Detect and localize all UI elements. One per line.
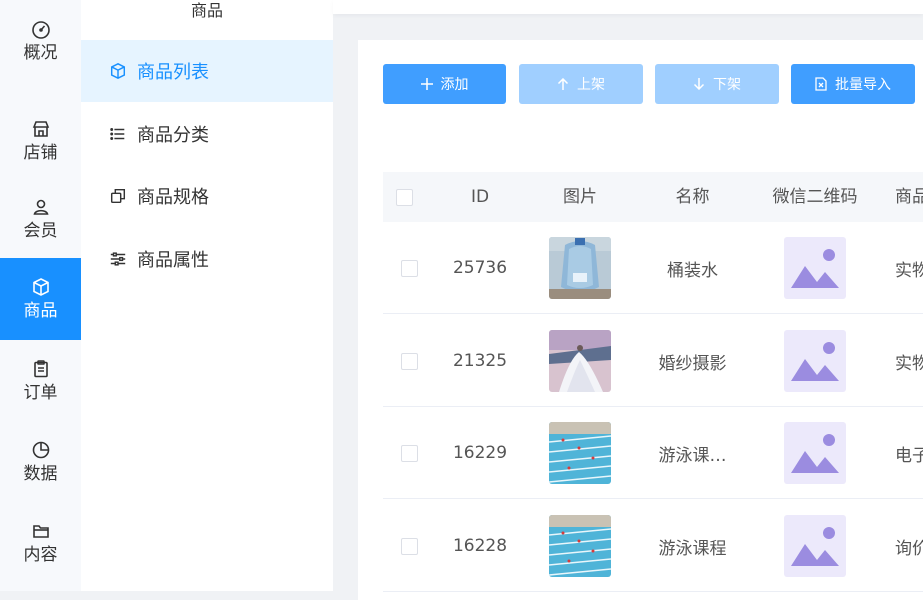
- rail-item-label: 概况: [23, 43, 58, 63]
- row-goods-type: 电子: [895, 445, 923, 466]
- list-icon: [109, 125, 127, 143]
- row-name: 桶装水: [667, 260, 718, 281]
- swimming-pool-image[interactable]: [549, 422, 611, 484]
- row-id: 16229: [452, 443, 508, 463]
- row-image-cell: [535, 407, 625, 499]
- clipboard-icon: [31, 359, 51, 379]
- select-all-cell: [383, 172, 425, 222]
- image-placeholder-icon[interactable]: [784, 515, 846, 577]
- sub-item-goods-list[interactable]: 商品列表: [81, 40, 333, 102]
- table-row: 16228 游泳课程 询价: [383, 500, 923, 592]
- sub-item-goods-attr[interactable]: 商品属性: [81, 228, 333, 290]
- row-id: 25736: [452, 258, 508, 278]
- sub-item-label: 商品规格: [137, 187, 209, 208]
- rail-item-label: 订单: [23, 383, 58, 403]
- row-goods-type: 实物: [895, 260, 923, 281]
- table-row: 25736 桶装水 实物: [383, 222, 923, 314]
- submenu-title: 商品: [81, 0, 333, 30]
- row-qr-cell: [760, 315, 870, 407]
- image-placeholder-icon[interactable]: [784, 237, 846, 299]
- row-checkbox[interactable]: [400, 537, 418, 555]
- column-header-goods-type[interactable]: 商品: [895, 172, 923, 222]
- row-id: 16228: [452, 536, 508, 556]
- row-image-cell: [535, 222, 625, 314]
- image-placeholder-icon[interactable]: [784, 422, 846, 484]
- arrow-up-icon: [557, 78, 569, 90]
- copy-icon: [109, 187, 127, 205]
- rail-item-orders[interactable]: 订单: [0, 340, 81, 422]
- batch-import-button[interactable]: 批量导入: [791, 64, 915, 104]
- rail-item-overview[interactable]: 概况: [0, 0, 81, 82]
- select-all-checkbox[interactable]: [395, 188, 413, 206]
- user-icon: [31, 197, 51, 217]
- pie-chart-icon: [31, 440, 51, 460]
- on-shelf-button-label: 上架: [577, 77, 605, 93]
- sub-item-goods-category[interactable]: 商品分类: [81, 103, 333, 165]
- top-bar: [333, 0, 923, 14]
- row-goods-type: 实物: [895, 353, 923, 374]
- rail-item-label: 店铺: [23, 143, 58, 163]
- column-header-name[interactable]: 名称: [625, 172, 760, 222]
- swimming-pool-image[interactable]: [549, 515, 611, 577]
- row-image-cell: [535, 500, 625, 592]
- batch-import-button-label: 批量导入: [835, 77, 891, 93]
- excel-file-icon: [815, 77, 827, 91]
- store-icon: [31, 119, 51, 139]
- row-checkbox[interactable]: [400, 259, 418, 277]
- row-goods-type: 询价: [895, 538, 923, 559]
- table-header: ID 图片 名称 微信二维码 商品: [383, 172, 923, 222]
- plus-icon: [420, 78, 433, 90]
- table-row: 21325 婚纱摄影 实物: [383, 315, 923, 407]
- off-shelf-button[interactable]: 下架: [655, 64, 779, 104]
- sub-item-goods-spec[interactable]: 商品规格: [81, 165, 333, 227]
- sub-item-label: 商品列表: [137, 62, 209, 83]
- rail-item-label: 内容: [23, 545, 58, 565]
- on-shelf-button[interactable]: 上架: [519, 64, 643, 104]
- row-qr-cell: [760, 222, 870, 314]
- add-button-label: 添加: [440, 77, 469, 93]
- row-name: 游泳课…: [658, 445, 727, 466]
- rail-item-store[interactable]: 店铺: [0, 100, 81, 182]
- column-header-id[interactable]: ID: [425, 172, 535, 222]
- rail-item-goods[interactable]: 商品: [0, 258, 81, 340]
- column-header-image[interactable]: 图片: [535, 172, 625, 222]
- row-checkbox[interactable]: [400, 352, 418, 370]
- row-qr-cell: [760, 407, 870, 499]
- row-name: 婚纱摄影: [658, 353, 727, 374]
- rail-item-members[interactable]: 会员: [0, 178, 81, 260]
- main-nav-rail: 概况 店铺 会员 商品 订单 数据 内容: [0, 0, 81, 591]
- row-checkbox[interactable]: [400, 444, 418, 462]
- dashboard-icon: [31, 19, 51, 39]
- sub-item-label: 商品属性: [137, 250, 209, 271]
- rail-item-label: 会员: [23, 221, 58, 241]
- sub-item-label: 商品分类: [137, 125, 209, 146]
- table-row: 16229 游泳课… 电子: [383, 407, 923, 499]
- add-button[interactable]: 添加: [383, 64, 506, 104]
- sliders-icon: [109, 250, 127, 268]
- rail-item-label: 商品: [23, 301, 58, 321]
- water-bottle-image[interactable]: [549, 237, 611, 299]
- submenu-title-text: 商品: [182, 1, 231, 20]
- row-name: 游泳课程: [658, 538, 727, 559]
- rail-item-data[interactable]: 数据: [0, 421, 81, 503]
- image-placeholder-icon[interactable]: [784, 330, 846, 392]
- box-icon: [31, 277, 51, 297]
- off-shelf-button-label: 下架: [713, 77, 741, 93]
- row-qr-cell: [760, 500, 870, 592]
- rail-item-label: 数据: [23, 464, 58, 484]
- wedding-photo-image[interactable]: [549, 330, 611, 392]
- box-icon: [109, 62, 127, 80]
- row-image-cell: [535, 315, 625, 407]
- sub-nav-panel: 商品 商品列表 商品分类 商品规格 商品属性: [81, 0, 333, 591]
- row-id: 21325: [452, 351, 508, 371]
- column-header-wechat-qr[interactable]: 微信二维码: [760, 172, 870, 222]
- folder-icon: [31, 521, 51, 541]
- rail-item-content[interactable]: 内容: [0, 502, 81, 584]
- arrow-down-icon: [693, 78, 705, 90]
